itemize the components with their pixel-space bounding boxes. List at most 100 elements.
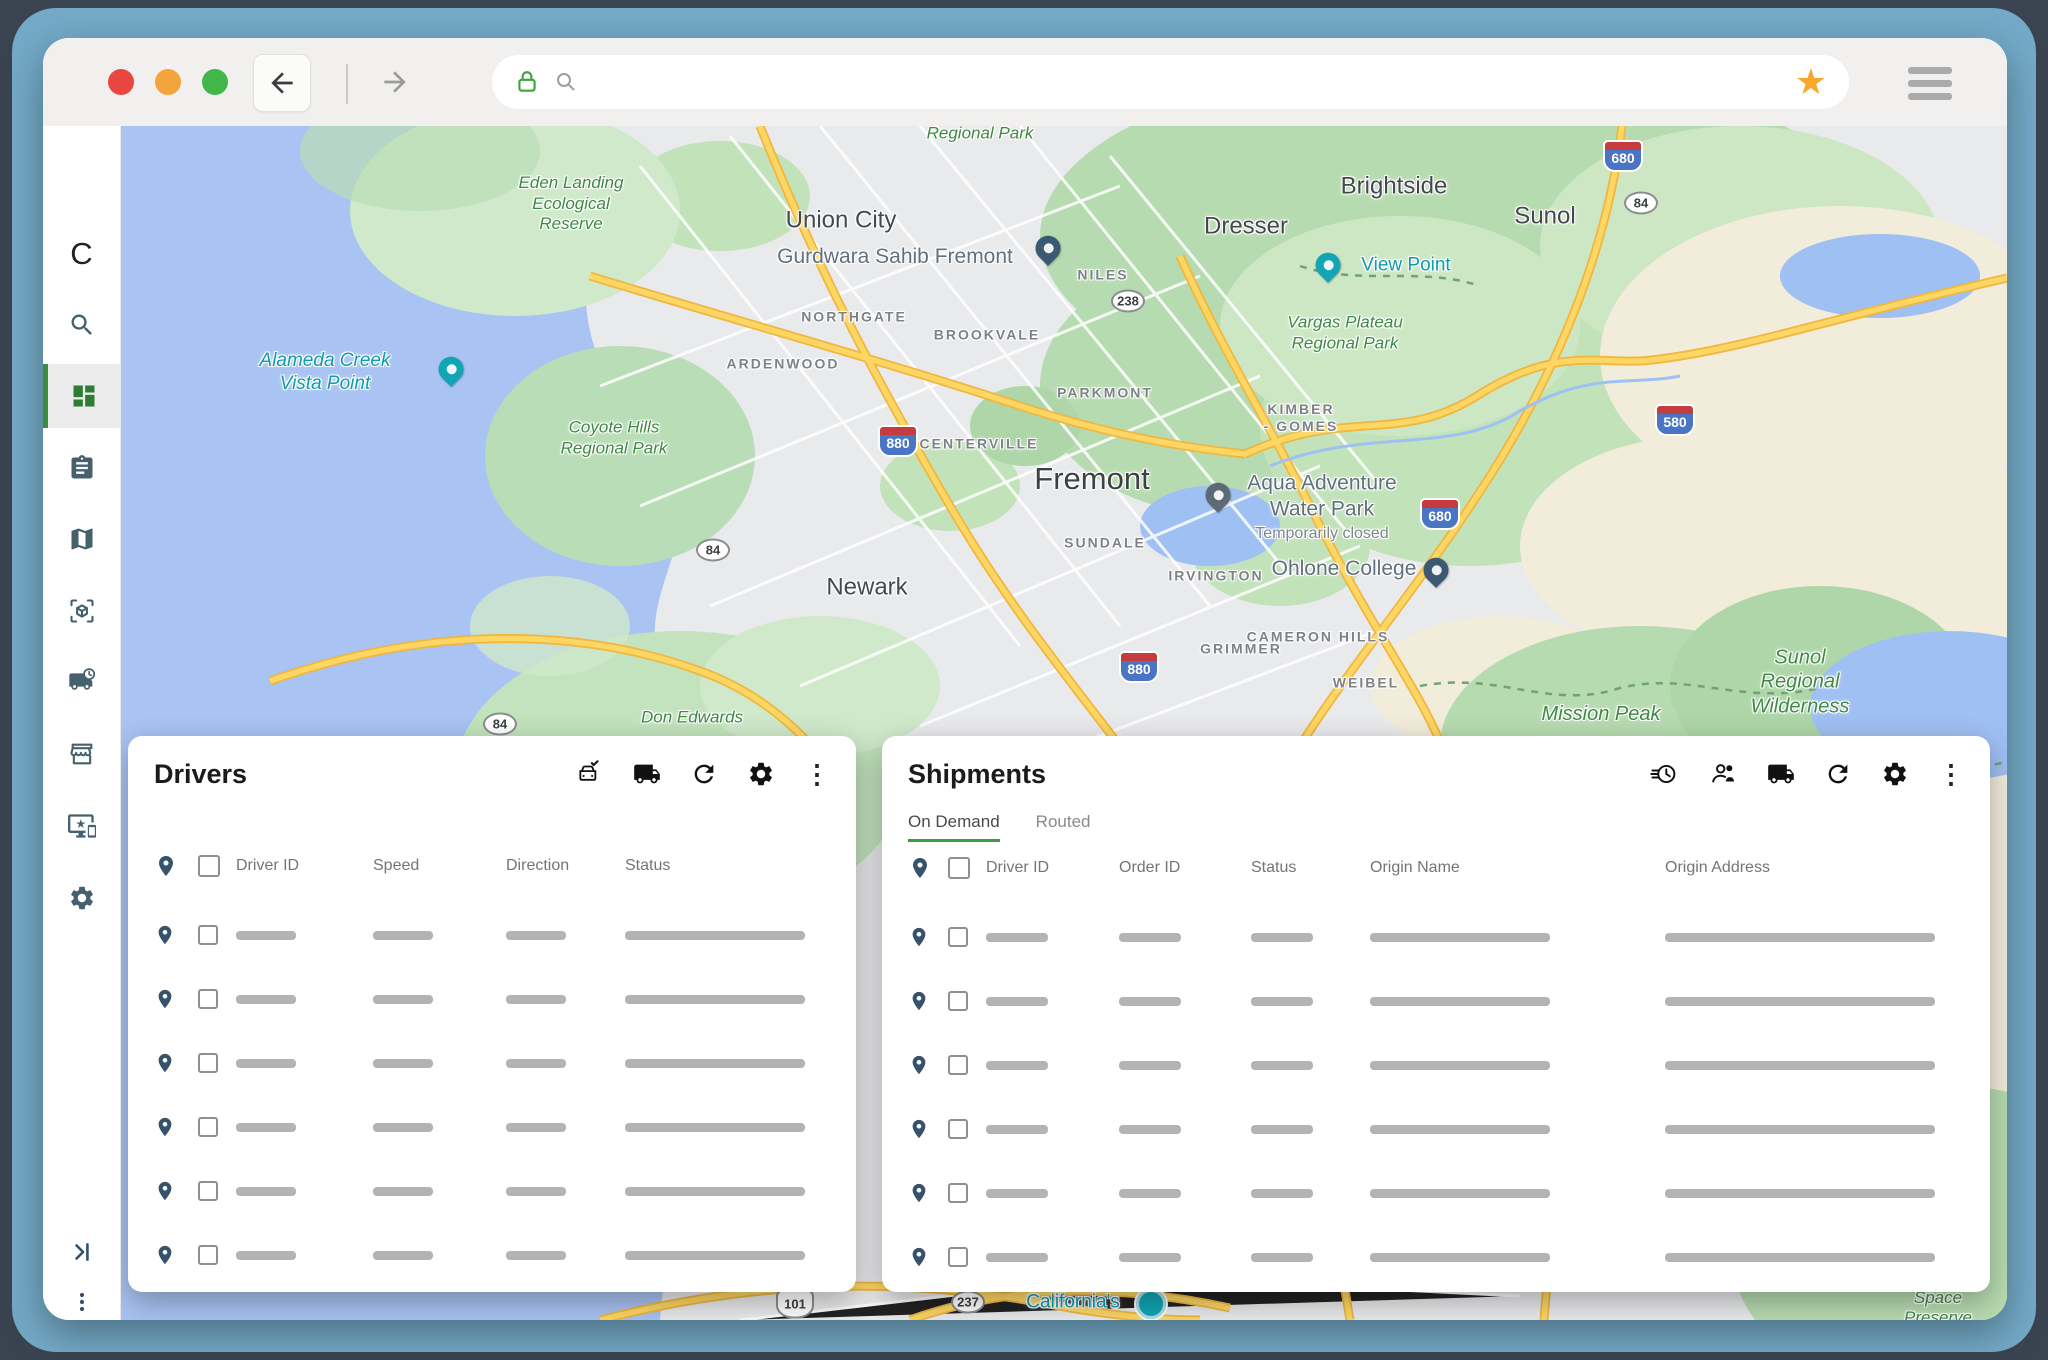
drivers-panel-title: Drivers: [154, 759, 247, 790]
column-origin-name[interactable]: Origin Name: [1370, 859, 1665, 877]
clipboard-icon: [68, 454, 96, 482]
pin-column-icon[interactable]: [908, 856, 948, 880]
forward-button[interactable]: [373, 63, 417, 101]
row-checkbox[interactable]: [948, 927, 968, 947]
row-cell-placeholder: [625, 1251, 830, 1260]
row-pin-icon[interactable]: [154, 988, 198, 1010]
truck-icon[interactable]: [633, 760, 661, 788]
row-pin-icon[interactable]: [154, 1244, 198, 1266]
row-checkbox[interactable]: [948, 1055, 968, 1075]
table-row[interactable]: [128, 1031, 856, 1095]
sidebar-item-settings[interactable]: [43, 870, 120, 926]
column-status[interactable]: Status: [1251, 859, 1370, 877]
zoom-button[interactable]: [202, 69, 228, 95]
minimize-button[interactable]: [155, 69, 181, 95]
settings-icon[interactable]: [1881, 760, 1909, 788]
column-direction[interactable]: Direction: [506, 857, 625, 875]
bookmark-star-icon[interactable]: ★: [1795, 64, 1827, 100]
table-row[interactable]: [128, 903, 856, 967]
row-checkbox[interactable]: [198, 1181, 218, 1201]
back-button[interactable]: [253, 54, 311, 112]
sidebar-item-devices-rating[interactable]: [43, 798, 120, 854]
truck-icon[interactable]: [1767, 760, 1795, 788]
sidebar-item-orders[interactable]: [43, 440, 120, 496]
row-pin-icon[interactable]: [908, 990, 948, 1012]
pending-history-icon[interactable]: [1649, 759, 1679, 789]
table-row[interactable]: [882, 969, 1990, 1033]
row-checkbox[interactable]: [198, 1117, 218, 1137]
label-sundale: SUNDALE: [1064, 534, 1146, 551]
tab-on-demand[interactable]: On Demand: [908, 812, 1000, 842]
address-bar[interactable]: ★: [492, 55, 1849, 109]
row-checkbox[interactable]: [198, 1053, 218, 1073]
table-row[interactable]: [128, 1159, 856, 1223]
row-pin-icon[interactable]: [908, 1118, 948, 1140]
row-pin-icon[interactable]: [154, 1052, 198, 1074]
row-pin-icon[interactable]: [154, 924, 198, 946]
sidebar-collapse-button[interactable]: [43, 1224, 120, 1280]
refresh-icon[interactable]: [690, 760, 718, 788]
menu-button[interactable]: [1908, 67, 1952, 100]
column-driver-id[interactable]: Driver ID: [986, 859, 1119, 877]
sidebar-item-truck-schedule[interactable]: [43, 654, 120, 710]
shipments-panel-header: Shipments: [882, 736, 1990, 812]
row-checkbox[interactable]: [948, 1119, 968, 1139]
more-vert-icon: [70, 1290, 94, 1314]
table-row[interactable]: [882, 905, 1990, 969]
label-kimber-gomes: KIMBER - GOMES: [1264, 401, 1339, 435]
row-cell-placeholder: [506, 995, 625, 1004]
sidebar-item-scan-3d[interactable]: [43, 583, 120, 639]
row-cell-placeholder: [1665, 933, 1964, 942]
shield-i680-b: 680: [1420, 498, 1460, 530]
row-pin-icon[interactable]: [154, 1180, 198, 1202]
column-speed[interactable]: Speed: [373, 857, 506, 875]
more-vert-icon[interactable]: ⋮: [1938, 761, 1964, 787]
sidebar-item-search[interactable]: [43, 297, 120, 353]
column-status[interactable]: Status: [625, 857, 830, 875]
pin-column-icon[interactable]: [154, 854, 198, 878]
more-vert-icon[interactable]: ⋮: [804, 761, 830, 787]
table-row[interactable]: [128, 1095, 856, 1159]
table-row[interactable]: [882, 1161, 1990, 1225]
row-pin-icon[interactable]: [908, 926, 948, 948]
sidebar-more-button[interactable]: [43, 1274, 120, 1320]
row-cell-placeholder: [506, 1123, 625, 1132]
row-checkbox[interactable]: [948, 991, 968, 1011]
refresh-icon[interactable]: [1824, 760, 1852, 788]
sidebar-item-storefront[interactable]: [43, 726, 120, 782]
assign-driver-icon[interactable]: [1708, 759, 1738, 789]
table-row[interactable]: [882, 1033, 1990, 1097]
row-checkbox[interactable]: [198, 925, 218, 945]
column-origin-address[interactable]: Origin Address: [1665, 859, 1964, 877]
sidebar-item-dashboard[interactable]: [43, 364, 120, 428]
settings-icon[interactable]: [747, 760, 775, 788]
row-checkbox[interactable]: [198, 1245, 218, 1265]
select-all-checkbox[interactable]: [948, 857, 970, 879]
column-order-id[interactable]: Order ID: [1119, 859, 1251, 877]
label-ohlone: Ohlone College: [1272, 556, 1417, 582]
row-pin-icon[interactable]: [908, 1182, 948, 1204]
row-pin-icon[interactable]: [154, 1116, 198, 1138]
shield-237: 237: [951, 1291, 985, 1314]
table-row[interactable]: [128, 1223, 856, 1287]
close-button[interactable]: [108, 69, 134, 95]
lock-icon: [514, 69, 540, 95]
drivers-table-header: Driver ID Speed Direction Status: [128, 844, 856, 888]
row-checkbox[interactable]: [948, 1247, 968, 1267]
row-cell-placeholder: [373, 931, 506, 940]
table-row[interactable]: [882, 1225, 1990, 1289]
label-view-point: View Point: [1361, 253, 1450, 276]
sidebar-item-map[interactable]: [43, 511, 120, 567]
row-pin-icon[interactable]: [908, 1246, 948, 1268]
table-row[interactable]: [882, 1097, 1990, 1161]
map-canvas[interactable]: Regional ParkEden Landing Ecological Res…: [120, 126, 2007, 1320]
tab-routed[interactable]: Routed: [1036, 812, 1091, 839]
vehicle-check-icon[interactable]: [574, 759, 604, 789]
select-all-checkbox[interactable]: [198, 855, 220, 877]
row-checkbox[interactable]: [948, 1183, 968, 1203]
column-driver-id[interactable]: Driver ID: [236, 857, 373, 875]
row-checkbox[interactable]: [198, 989, 218, 1009]
row-pin-icon[interactable]: [908, 1054, 948, 1076]
label-newark: Newark: [826, 572, 907, 601]
table-row[interactable]: [128, 967, 856, 1031]
